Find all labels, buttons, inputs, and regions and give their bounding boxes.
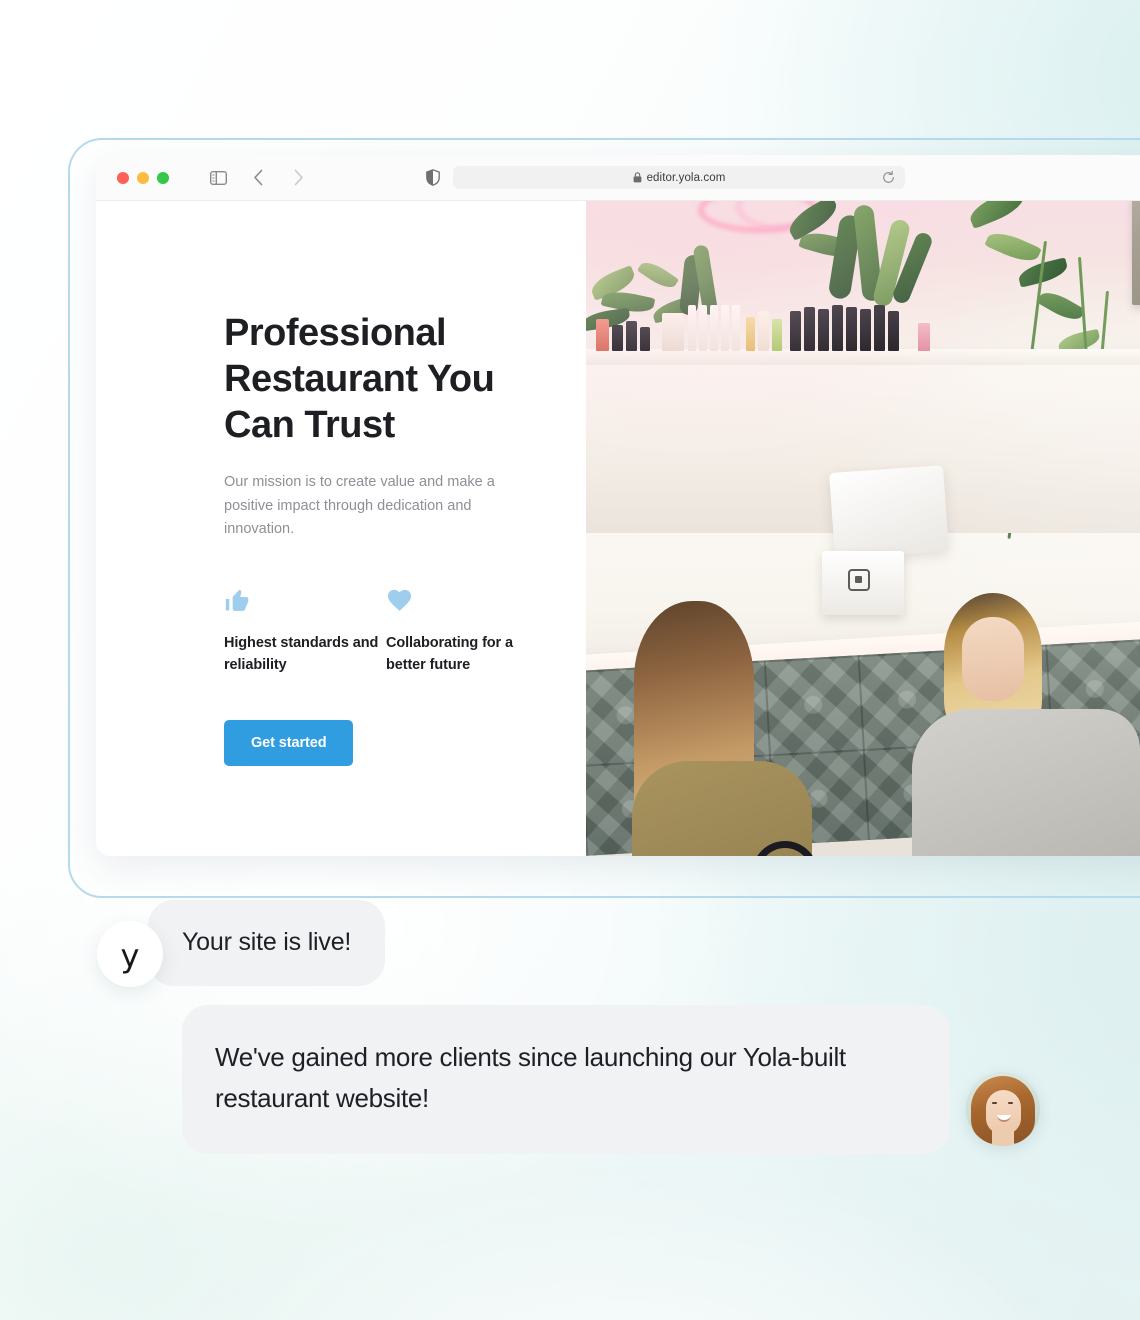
avatar-eye-left xyxy=(992,1101,997,1105)
product-bottle xyxy=(721,305,729,351)
address-bar[interactable]: editor.yola.com xyxy=(453,166,905,189)
heart-icon xyxy=(386,584,548,614)
product-bottle xyxy=(626,321,637,351)
yola-logo-letter: y xyxy=(120,936,140,975)
wall-speaker xyxy=(1132,201,1140,305)
get-started-button[interactable]: Get started xyxy=(224,719,354,766)
maximize-window-button[interactable] xyxy=(157,171,169,184)
product-bottle xyxy=(688,305,696,351)
browser-window: editor.yola.com Professional Restaurant … xyxy=(96,155,1140,856)
browser-nav-controls xyxy=(207,167,309,189)
url-text: editor.yola.com xyxy=(646,171,726,184)
feature-list: Highest standards and reliability Collab… xyxy=(224,584,586,676)
page-title: Professional Restaurant You Can Trust xyxy=(224,312,495,446)
feature-item: Highest standards and reliability xyxy=(224,584,386,676)
product-bottle xyxy=(790,311,801,351)
product-bottle xyxy=(804,307,815,351)
product-bottle xyxy=(818,309,829,351)
product-bottle xyxy=(746,317,755,351)
background-glow-bottom xyxy=(180,1160,1080,1320)
avatar-face xyxy=(986,1089,1021,1134)
product-bottle xyxy=(874,305,885,351)
pos-card-reader-icon xyxy=(848,569,870,591)
yola-logo-avatar: y xyxy=(97,920,163,987)
customer-photo-avatar xyxy=(966,1071,1040,1146)
product-bottle xyxy=(846,307,857,351)
product-bottle xyxy=(612,325,623,351)
feature-label: Highest standards and reliability xyxy=(224,635,379,673)
reload-icon[interactable] xyxy=(882,171,895,184)
chat-bubble-testimonial: We've gained more clients since launchin… xyxy=(182,1004,950,1154)
product-bottle xyxy=(888,311,899,351)
product-bottle xyxy=(772,319,782,351)
product-bottle xyxy=(918,323,930,351)
product-box xyxy=(662,313,684,351)
browser-titlebar: editor.yola.com xyxy=(96,155,1140,201)
chat-message-row: We've gained more clients since launchin… xyxy=(0,1004,1140,1154)
sidebar-toggle-icon[interactable] xyxy=(207,167,229,189)
chat-message-row: y Your site is live! xyxy=(0,900,1140,987)
forward-chevron-icon[interactable] xyxy=(287,167,309,189)
hero-subtitle: Our mission is to create value and make … xyxy=(224,473,495,538)
hero-photo xyxy=(586,201,1140,856)
hero-text-column: Professional Restaurant You Can Trust Ou… xyxy=(96,201,586,856)
product-bottle xyxy=(732,305,740,351)
back-chevron-icon[interactable] xyxy=(247,167,269,189)
site-page: Professional Restaurant You Can Trust Ou… xyxy=(96,201,1140,856)
minimize-window-button[interactable] xyxy=(137,171,149,184)
chat-bubble-site-live: Your site is live! xyxy=(148,900,386,986)
feature-label: Collaborating for a better future xyxy=(386,635,513,673)
product-bottle xyxy=(710,305,718,351)
window-controls xyxy=(117,171,169,184)
thumbs-up-icon xyxy=(224,584,386,614)
pos-terminal-screen xyxy=(829,465,949,559)
lock-icon xyxy=(633,172,642,183)
product-bottle xyxy=(699,305,707,351)
chat-section: y Your site is live! We've gained more c… xyxy=(0,900,1140,1154)
staff-member-body xyxy=(912,709,1140,856)
product-bottle xyxy=(860,309,871,351)
product-bottle xyxy=(640,327,650,351)
avatar-neck xyxy=(992,1129,1014,1146)
privacy-shield-icon[interactable] xyxy=(426,169,440,186)
avatar-eye-right xyxy=(1008,1101,1013,1105)
product-bottle xyxy=(596,319,609,351)
product-bottle xyxy=(832,305,843,351)
staff-member-face xyxy=(962,617,1024,701)
feature-item: Collaborating for a better future xyxy=(386,584,548,676)
close-window-button[interactable] xyxy=(117,171,129,184)
product-bottle xyxy=(758,311,769,351)
